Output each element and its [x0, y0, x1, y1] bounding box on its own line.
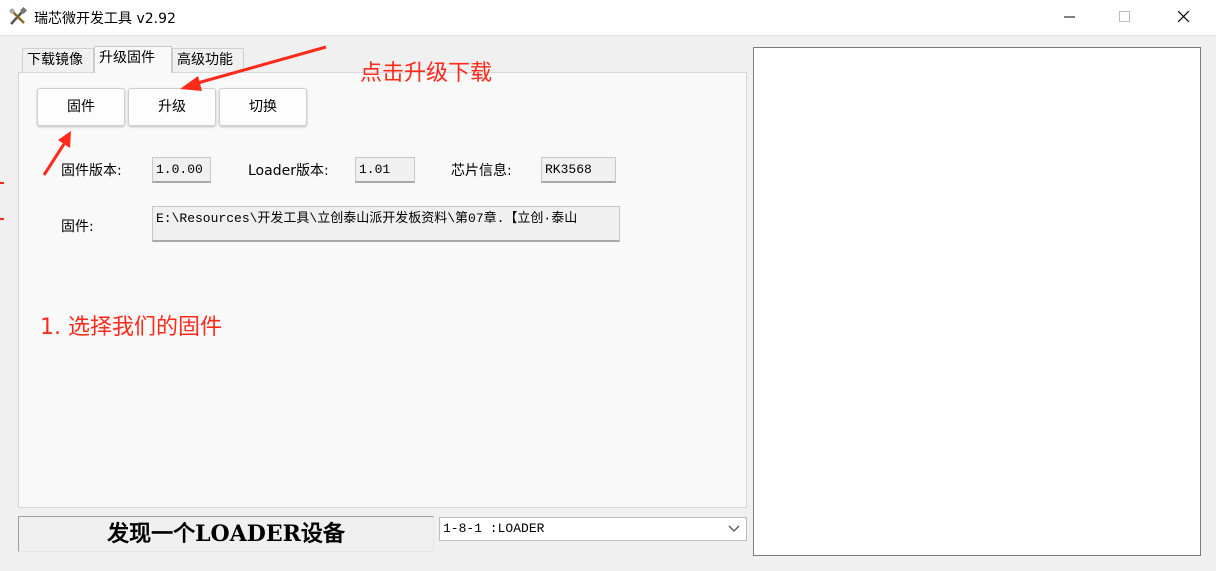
chip-info-label: 芯片信息: — [451, 163, 512, 179]
chevron-down-icon — [728, 525, 740, 532]
tab-download-image[interactable]: 下载镜像 — [22, 48, 94, 72]
log-output-area[interactable] — [753, 47, 1201, 556]
tools-icon — [8, 6, 28, 27]
firmware-version-field: 1.0.00 — [152, 157, 211, 183]
chip-info-field: RK3568 — [541, 157, 616, 183]
status-message: 发现一个LOADER设备 — [18, 516, 434, 552]
close-button[interactable] — [1159, 0, 1209, 34]
switch-button[interactable]: 切换 — [219, 88, 307, 126]
annotation-select-firmware: 1. 选择我们的固件 — [40, 315, 222, 340]
device-select[interactable]: 1-8-1 :LOADER — [439, 517, 747, 541]
tab-advanced-functions[interactable]: 高级功能 — [172, 48, 244, 72]
loader-version-label: Loader版本: — [248, 163, 329, 179]
title-bar: 瑞芯微开发工具 v2.92 — [0, 0, 1216, 36]
tab-upgrade-firmware[interactable]: 升级固件 — [94, 46, 172, 73]
upgrade-firmware-panel — [18, 72, 747, 508]
maximize-icon — [1119, 11, 1130, 22]
close-icon — [1178, 11, 1190, 23]
firmware-button[interactable]: 固件 — [37, 88, 125, 126]
firmware-path-field: E:\Resources\开发工具\立创泰山派开发板资料\第07章.【立创·泰山 — [152, 206, 620, 242]
maximize-button[interactable] — [1100, 0, 1150, 34]
annotation-click-upgrade: 点击升级下载 — [360, 61, 493, 86]
firmware-version-label: 固件版本: — [61, 163, 122, 179]
upgrade-button[interactable]: 升级 — [128, 88, 216, 126]
minimize-button[interactable] — [1045, 0, 1095, 34]
device-select-value: 1-8-1 :LOADER — [443, 521, 545, 536]
window-title: 瑞芯微开发工具 v2.92 — [34, 11, 176, 27]
minimize-icon — [1064, 16, 1075, 18]
loader-version-field: 1.01 — [355, 157, 415, 183]
firmware-path-label: 固件: — [61, 219, 94, 235]
